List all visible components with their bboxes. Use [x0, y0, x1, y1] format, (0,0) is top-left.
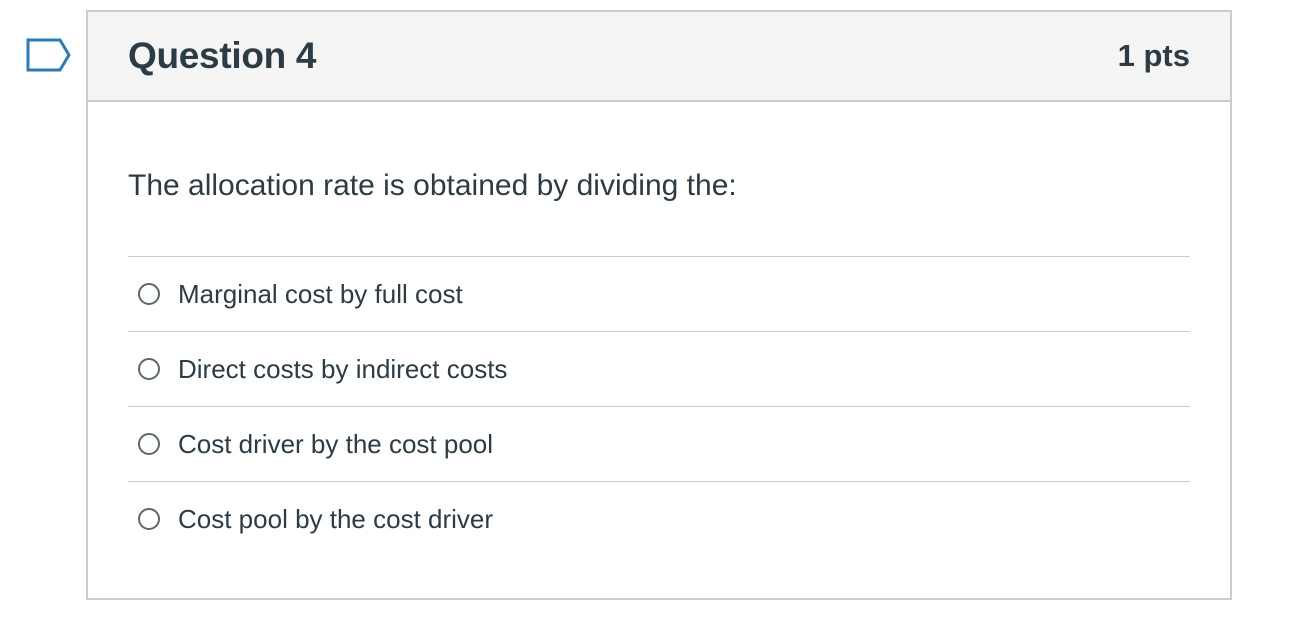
radio-button[interactable]: [138, 283, 160, 305]
radio-button[interactable]: [138, 508, 160, 530]
quiz-page: Question 4 1 pts The allocation rate is …: [0, 0, 1290, 636]
radio-button[interactable]: [138, 433, 160, 455]
question-points: 1 pts: [1117, 38, 1190, 73]
question-header: Question 4 1 pts: [88, 12, 1230, 102]
radio-button[interactable]: [138, 358, 160, 380]
question-card: Question 4 1 pts The allocation rate is …: [86, 10, 1232, 600]
flag-question-icon[interactable]: [26, 38, 72, 72]
answer-option[interactable]: Direct costs by indirect costs: [128, 331, 1190, 406]
answer-label[interactable]: Marginal cost by full cost: [178, 279, 463, 310]
answer-option[interactable]: Cost pool by the cost driver: [128, 481, 1190, 556]
question-body: The allocation rate is obtained by divid…: [88, 168, 1230, 556]
question-text: The allocation rate is obtained by divid…: [128, 169, 737, 202]
answer-label[interactable]: Direct costs by indirect costs: [178, 354, 507, 385]
answer-label[interactable]: Cost pool by the cost driver: [178, 504, 493, 535]
answer-list: Marginal cost by full cost Direct costs …: [128, 256, 1190, 556]
answer-option[interactable]: Cost driver by the cost pool: [128, 406, 1190, 481]
question-title: Question 4: [128, 35, 317, 76]
answer-option[interactable]: Marginal cost by full cost: [128, 256, 1190, 331]
answer-label[interactable]: Cost driver by the cost pool: [178, 429, 493, 460]
